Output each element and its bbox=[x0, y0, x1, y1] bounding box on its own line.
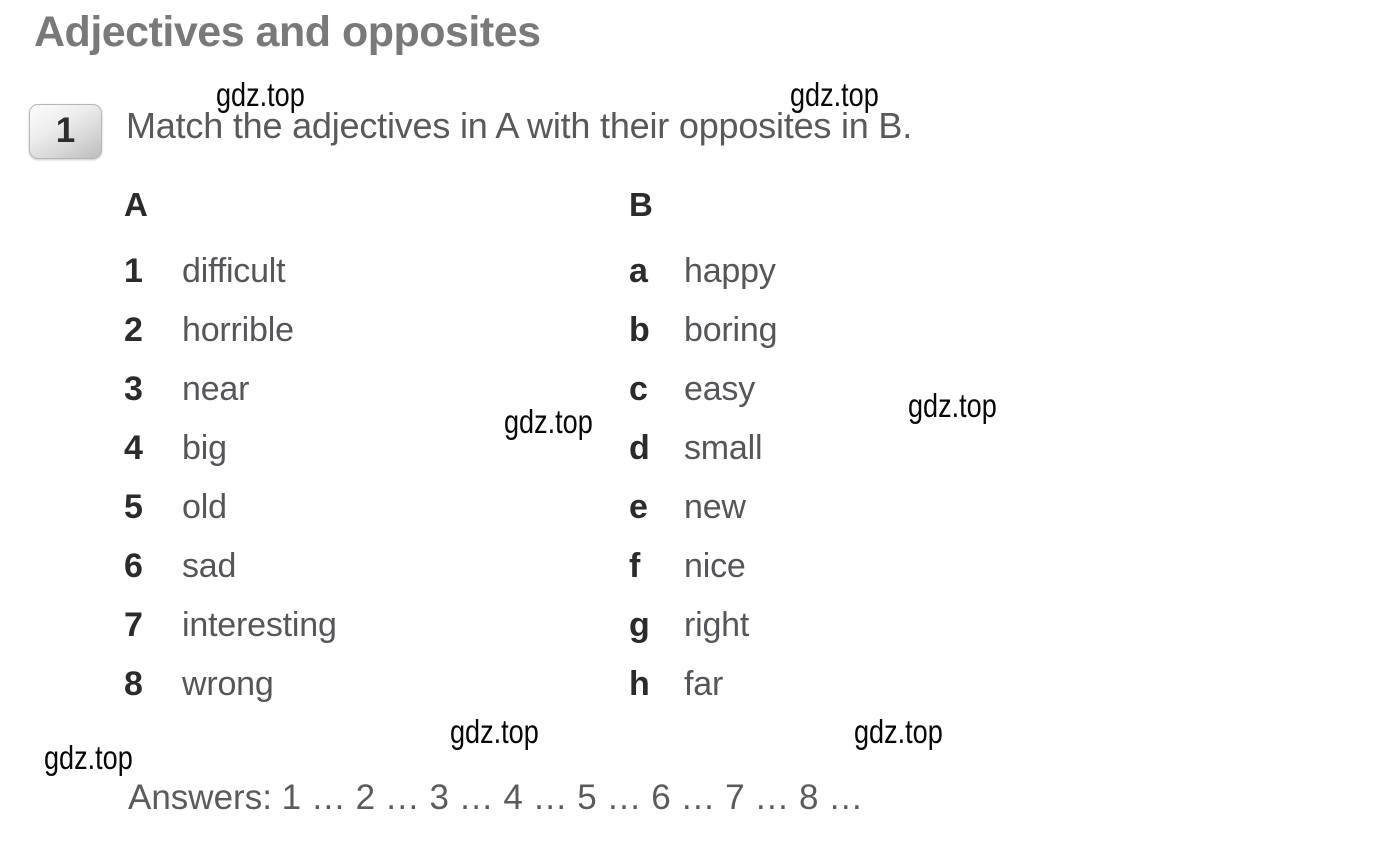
answers-line: Answers: 1 … 2 … 3 … 4 … 5 … 6 … 7 … 8 … bbox=[128, 778, 864, 817]
list-item[interactable]: e new bbox=[629, 488, 777, 547]
list-item-key: b bbox=[629, 311, 650, 349]
list-item-word: interesting bbox=[182, 606, 337, 644]
list-item-word: wrong bbox=[182, 665, 274, 703]
list-item[interactable]: 6 sad bbox=[124, 547, 337, 606]
list-item-word: near bbox=[182, 370, 250, 408]
column-b-list: a happy b boring c easy d small e new f … bbox=[629, 252, 778, 724]
list-item-key: 6 bbox=[124, 547, 143, 585]
list-item[interactable]: f nice bbox=[629, 547, 777, 606]
list-item-word: happy bbox=[684, 252, 776, 290]
list-item-word: new bbox=[684, 488, 746, 526]
column-b-header: B bbox=[629, 186, 653, 223]
list-item-key: 3 bbox=[124, 370, 143, 408]
list-item-word: old bbox=[182, 488, 227, 526]
list-item-key: c bbox=[629, 370, 648, 408]
list-item-word: sad bbox=[182, 547, 237, 585]
list-item-word: nice bbox=[684, 547, 746, 585]
list-item[interactable]: 3 near bbox=[124, 370, 337, 429]
list-item[interactable]: 2 horrible bbox=[124, 311, 337, 370]
list-item-key: g bbox=[629, 606, 650, 644]
page-title: Adjectives and opposites bbox=[34, 8, 541, 56]
list-item[interactable]: d small bbox=[629, 429, 777, 488]
list-item-key: a bbox=[629, 252, 648, 290]
list-item-word: big bbox=[182, 429, 227, 467]
list-item-key: f bbox=[629, 547, 641, 585]
watermark: gdz.top bbox=[854, 713, 943, 750]
list-item-key: e bbox=[629, 488, 648, 526]
list-item-key: 8 bbox=[124, 665, 143, 703]
watermark: gdz.top bbox=[44, 739, 133, 776]
list-item-key: 5 bbox=[124, 488, 143, 526]
list-item-word: right bbox=[684, 606, 750, 644]
list-item-key: h bbox=[629, 665, 650, 703]
list-item[interactable]: 7 interesting bbox=[124, 606, 337, 665]
list-item-key: 7 bbox=[124, 606, 143, 644]
list-item[interactable]: 1 difficult bbox=[124, 252, 337, 311]
list-item[interactable]: c easy bbox=[629, 370, 777, 429]
list-item-word: difficult bbox=[182, 252, 286, 290]
list-item[interactable]: 8 wrong bbox=[124, 665, 337, 724]
list-item-word: boring bbox=[684, 311, 778, 349]
exercise-instruction: Match the adjectives in A with their opp… bbox=[126, 105, 913, 146]
list-item[interactable]: a happy bbox=[629, 252, 777, 311]
list-item-word: easy bbox=[684, 370, 756, 408]
list-item[interactable]: 4 big bbox=[124, 429, 337, 488]
watermark: gdz.top bbox=[908, 387, 997, 424]
exercise-number-label: 1 bbox=[55, 110, 76, 150]
watermark: gdz.top bbox=[450, 713, 539, 750]
list-item-word: small bbox=[684, 429, 763, 467]
list-item-key: 1 bbox=[124, 252, 143, 290]
list-item-word: horrible bbox=[182, 311, 294, 349]
column-a-header: A bbox=[124, 186, 148, 223]
list-item[interactable]: g right bbox=[629, 606, 777, 665]
watermark: gdz.top bbox=[504, 403, 593, 440]
list-item-key: 2 bbox=[124, 311, 143, 349]
list-item[interactable]: h far bbox=[629, 665, 777, 724]
exercise-number-badge: 1 bbox=[29, 104, 102, 159]
list-item-key: d bbox=[629, 429, 650, 467]
list-item[interactable]: b boring bbox=[629, 311, 778, 370]
worksheet-page: Adjectives and opposites 1 Match the adj… bbox=[0, 0, 1385, 858]
list-item[interactable]: 5 old bbox=[124, 488, 337, 547]
list-item-key: 4 bbox=[124, 429, 143, 467]
list-item-word: far bbox=[684, 665, 724, 703]
column-a-list: 1 difficult 2 horrible 3 near 4 big 5 ol… bbox=[124, 252, 337, 724]
